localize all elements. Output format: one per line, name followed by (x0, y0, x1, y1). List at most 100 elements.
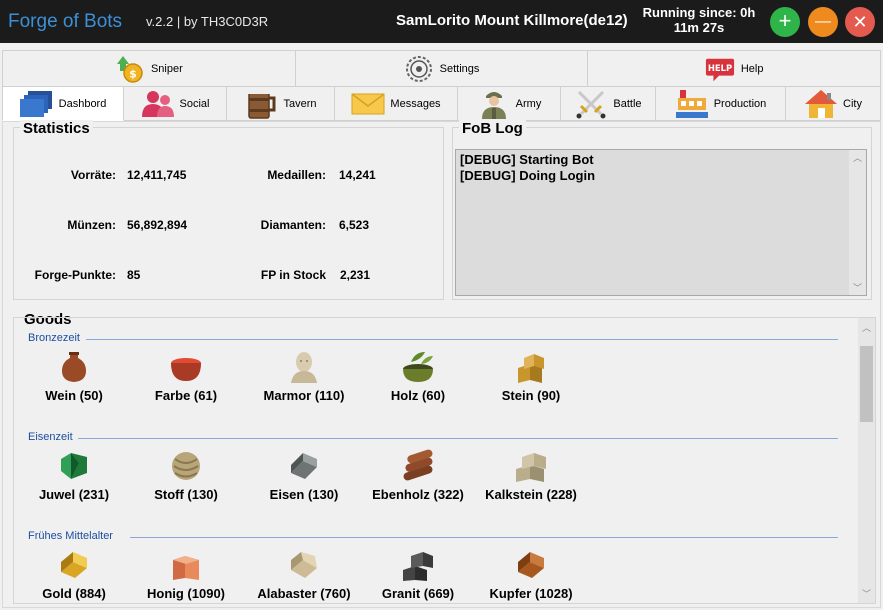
tab-tavern[interactable]: Tavern (227, 86, 335, 121)
good-label: Gold (884) (42, 586, 106, 601)
svg-text:HELP: HELP (708, 62, 732, 72)
tab-messages-label: Messages (390, 97, 441, 110)
copper-bar-icon (518, 552, 544, 578)
tab-production[interactable]: Production (656, 86, 786, 121)
good-item: Eisen (130) (254, 449, 354, 502)
gear-icon (404, 54, 434, 84)
ebony-logs-icon (403, 449, 433, 481)
good-item: Wein (50) (24, 350, 124, 403)
scroll-down-icon[interactable]: ﹀ (858, 587, 875, 600)
close-button[interactable]: ✕ (845, 7, 875, 37)
good-label: Kalkstein (228) (485, 487, 577, 502)
dashboard-panel: Statistics Vorräte: 12,411,745 Medaillen… (2, 120, 881, 608)
coin-arrow-icon: $ (115, 54, 145, 84)
soldier-icon (477, 88, 511, 120)
alabaster-icon (291, 552, 317, 578)
title-bar[interactable]: Forge of Bots v.2.2 | by TH3C0D3R SamLor… (0, 0, 883, 43)
tab-production-label: Production (713, 97, 767, 110)
tab-dashboard-label: Dashbord (58, 97, 107, 110)
good-item: Farbe (61) (136, 350, 236, 403)
good-label: Granit (669) (381, 586, 455, 601)
good-item: Juwel (231) (24, 449, 124, 502)
envelope-icon (351, 88, 385, 120)
minimize-button[interactable]: — (808, 7, 838, 37)
jewel-icon (61, 453, 87, 479)
tab-sniper-label: Sniper (150, 62, 183, 75)
tab-tavern-label: Tavern (283, 97, 317, 110)
tab-army-label: Army (515, 97, 542, 110)
stat-label-vorraete: Vorräte: (70, 168, 116, 182)
top-tab-row: $ Sniper Settings HELP Help (2, 50, 882, 86)
era-label: Frühes Mittelalter (28, 530, 113, 542)
dashboard-icon (19, 88, 54, 120)
good-label: Ebenholz (322) (372, 487, 464, 502)
stone-blocks-icon (518, 354, 544, 383)
log-line: [DEBUG] Starting Bot (460, 152, 594, 167)
scroll-up-icon[interactable]: ︿ (849, 151, 866, 164)
goods-group: Bronzezeit Wein (50) Farbe (61) Marmor (… (13, 317, 876, 604)
gold-bar-icon (61, 552, 87, 578)
good-label: Juwel (231) (38, 487, 110, 502)
log-textbox[interactable]: [DEBUG] Starting Bot [DEBUG] Doing Login… (455, 149, 867, 296)
wood-bowl-icon (403, 352, 433, 382)
people-icon (141, 88, 175, 120)
good-label: Honig (1090) (146, 586, 225, 601)
tab-army[interactable]: Army (458, 86, 561, 121)
factory-icon (675, 88, 709, 120)
stat-value-muenzen: 56,892,894 (127, 218, 188, 232)
scroll-down-icon[interactable]: ﹀ (849, 281, 866, 294)
tab-settings-label: Settings (439, 62, 480, 75)
stat-value-vorraete: 12,411,745 (127, 168, 187, 182)
tab-social[interactable]: Social (124, 86, 227, 121)
stat-value-fp-in-stock: 2,231 (340, 268, 371, 282)
stat-label-diamanten: Diamanten: (260, 218, 326, 232)
stat-label-fp-in-stock: FP in Stock (260, 268, 326, 282)
good-item: Honig (1090) (136, 548, 236, 601)
scroll-up-icon[interactable]: ︿ (858, 321, 875, 334)
tab-city[interactable]: City (786, 86, 881, 121)
tab-city-label: City (843, 97, 862, 110)
good-item: Marmor (110) (254, 350, 354, 403)
stat-label-muenzen: Münzen: (67, 218, 116, 232)
running-line-2: 11m 27s (673, 20, 725, 35)
log-line: [DEBUG] Doing Login (460, 168, 596, 183)
running-line-1: Running since: 0h (642, 5, 756, 20)
tab-battle[interactable]: Battle (561, 86, 656, 121)
scroll-thumb[interactable] (860, 346, 873, 422)
good-label: Marmor (110) (263, 388, 345, 403)
tab-social-label: Social (179, 97, 210, 110)
tab-settings[interactable]: Settings (295, 50, 589, 86)
tab-battle-label: Battle (613, 97, 642, 110)
good-label: Stoff (130) (154, 487, 218, 502)
limestone-icon (516, 453, 546, 482)
main-tab-row: Dashbord Social Tavern Messages Army Bat… (2, 86, 881, 121)
good-item: Granit (669) (368, 548, 468, 601)
log-title: FoB Log (459, 120, 526, 137)
stat-value-diamanten: 6,523 (339, 218, 370, 232)
tab-help[interactable]: HELP Help (588, 50, 882, 86)
good-item: Kupfer (1028) (481, 548, 581, 601)
goods-scrollbar[interactable]: ︿ ﹀ (858, 318, 875, 603)
good-item: Alabaster (760) (254, 548, 354, 601)
era-label: Bronzezeit (28, 332, 80, 344)
era-divider (78, 438, 838, 439)
wine-jug-icon (62, 352, 86, 382)
good-label: Farbe (61) (154, 388, 218, 403)
tab-dashboard[interactable]: Dashbord (2, 86, 124, 121)
version-label: v.2.2 | by TH3C0D3R (146, 14, 269, 29)
account-label: SamLorito Mount Killmore(de12) (396, 12, 628, 29)
stat-label-medaillen: Medaillen: (267, 168, 326, 182)
good-item: Holz (60) (368, 350, 468, 403)
good-label: Kupfer (1028) (489, 586, 573, 601)
log-scrollbar[interactable]: ︿ ﹀ (849, 150, 866, 295)
stat-value-forge-punkte: 85 (127, 268, 141, 282)
good-item: Kalkstein (228) (481, 449, 581, 502)
svg-text:$: $ (129, 67, 137, 80)
add-button[interactable]: + (770, 7, 800, 37)
stat-value-medaillen: 14,241 (339, 168, 376, 182)
era-divider (130, 537, 838, 538)
tab-messages[interactable]: Messages (335, 86, 458, 121)
stat-label-forge-punkte: Forge-Punkte: (34, 268, 116, 282)
tab-sniper[interactable]: $ Sniper (2, 50, 296, 86)
good-label: Wein (50) (45, 388, 103, 403)
